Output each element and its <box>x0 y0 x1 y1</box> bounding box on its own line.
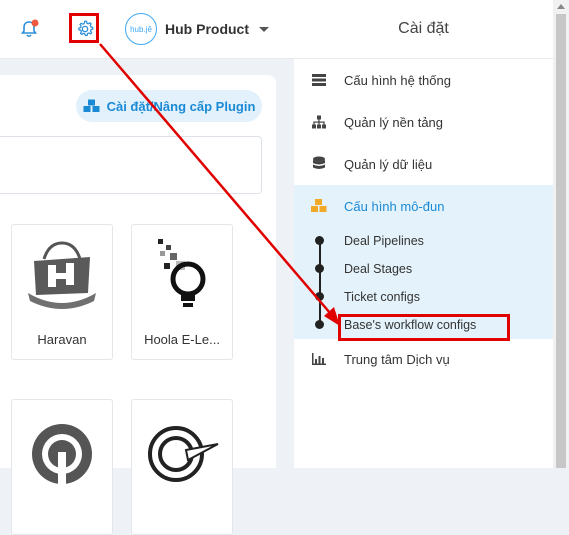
hoola-bulb-logo-icon <box>158 239 206 307</box>
workspace-switcher[interactable]: hub.jê Hub Product <box>125 13 269 45</box>
plugin-logo-icon <box>148 426 219 482</box>
plugin-search-box[interactable] <box>0 136 262 194</box>
timeline-dot <box>315 264 324 273</box>
menu-item-data-management[interactable]: Quản lý dữ liệu <box>294 143 553 185</box>
workflow-configs-highlight-box <box>338 314 510 341</box>
plugin-tile-3[interactable] <box>11 399 113 535</box>
menu-item-label: Cấu hình mô-đun <box>344 198 445 214</box>
bar-chart-icon <box>312 353 326 365</box>
submenu-label: Ticket configs <box>344 290 420 304</box>
submenu-deal-stages[interactable]: Deal Stages <box>344 255 412 283</box>
menu-item-label: Trung tâm Dịch vụ <box>344 351 450 367</box>
menu-item-label: Cấu hình hệ thống <box>344 72 451 88</box>
menu-item-service-center[interactable]: Trung tâm Dịch vụ <box>294 338 553 380</box>
workspace-logo: hub.jê <box>125 13 157 45</box>
plugin-logo-icon <box>32 424 92 484</box>
scroll-up-arrow-icon[interactable] <box>557 4 565 9</box>
submenu-deal-pipelines[interactable]: Deal Pipelines <box>344 227 424 255</box>
plugin-tile-4[interactable] <box>131 399 233 535</box>
settings-panel-title: Cài đặt <box>294 0 553 59</box>
settings-menu: Cấu hình hệ thống Quản lý nền tảng Quản … <box>294 59 553 468</box>
workspace-name: Hub Product <box>165 21 249 37</box>
cubes-icon <box>83 99 100 112</box>
sitemap-icon <box>312 115 326 129</box>
menu-item-label: Quản lý nền tảng <box>344 114 444 130</box>
top-bar: hub.jê Hub Product <box>0 0 294 59</box>
server-icon <box>312 74 326 86</box>
plugin-label: Hoola E-Le... <box>144 332 220 347</box>
install-plugin-button[interactable]: Cài đặt/Nâng cấp Plugin <box>76 90 262 122</box>
timeline-dot <box>315 236 324 245</box>
timeline-dot <box>315 320 324 329</box>
timeline-dot <box>315 292 324 301</box>
menu-item-module-config[interactable]: Cấu hình mô-đun <box>294 185 553 227</box>
submenu-label: Deal Stages <box>344 262 413 276</box>
plugin-tile-haravan[interactable]: Haravan <box>11 224 113 360</box>
cubes-icon <box>311 199 327 212</box>
gear-highlight-box <box>69 13 99 43</box>
submenu-ticket-configs[interactable]: Ticket configs <box>344 283 420 311</box>
chevron-down-icon <box>259 26 269 32</box>
scrollbar-thumb[interactable] <box>556 14 566 468</box>
submenu-label: Deal Pipelines <box>344 234 424 248</box>
plugin-tile-hoola[interactable]: Hoola E-Le... <box>131 224 233 360</box>
notification-bell-icon[interactable] <box>14 14 44 44</box>
plugin-label: Haravan <box>37 332 87 347</box>
menu-item-platform-management[interactable]: Quản lý nền tảng <box>294 101 553 143</box>
menu-item-system-config[interactable]: Cấu hình hệ thống <box>294 59 553 101</box>
database-icon <box>313 156 325 169</box>
menu-item-label: Quản lý dữ liệu <box>344 156 433 172</box>
haravan-logo-icon <box>28 241 96 309</box>
submenu-timeline <box>319 240 321 328</box>
install-plugin-label: Cài đặt/Nâng cấp Plugin <box>106 98 256 114</box>
